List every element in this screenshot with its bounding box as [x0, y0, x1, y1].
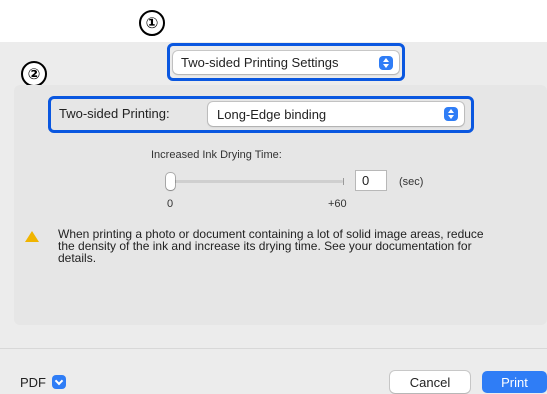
slider-min-label: 0 [167, 198, 174, 210]
drying-time-unit: (sec) [399, 176, 424, 188]
pdf-menu-button[interactable]: PDF [20, 371, 86, 393]
drying-time-slider-track[interactable] [171, 180, 343, 183]
slider-max-label: +60 [328, 198, 347, 210]
two-sided-printing-label: Two-sided Printing: [59, 106, 170, 121]
print-button[interactable]: Print [482, 371, 547, 393]
stepper-icon [379, 55, 393, 70]
print-label: Print [501, 374, 528, 390]
two-sided-printing-popup[interactable]: Long-Edge binding [208, 102, 464, 126]
drying-time-input[interactable]: 0 [356, 171, 386, 190]
footer-separator [0, 348, 547, 349]
callout-number-1: ① [139, 10, 165, 36]
warning-icon [25, 231, 39, 242]
settings-menu-value: Two-sided Printing Settings [181, 55, 339, 70]
two-sided-printing-value: Long-Edge binding [217, 106, 327, 122]
callout-number-2: ② [21, 61, 47, 87]
slider-tick-max [343, 178, 344, 185]
stepper-icon [444, 107, 458, 121]
drying-time-slider-thumb[interactable] [166, 173, 175, 190]
drying-note-text: When printing a photo or document contai… [58, 227, 484, 265]
top-white-area [0, 0, 547, 42]
drying-time-label: Increased Ink Drying Time: [151, 149, 282, 161]
chevron-down-icon [52, 375, 66, 389]
cancel-button[interactable]: Cancel [390, 371, 470, 393]
settings-menu-popup[interactable]: Two-sided Printing Settings [173, 51, 399, 74]
pdf-label: PDF [20, 374, 46, 390]
cancel-label: Cancel [409, 374, 451, 390]
